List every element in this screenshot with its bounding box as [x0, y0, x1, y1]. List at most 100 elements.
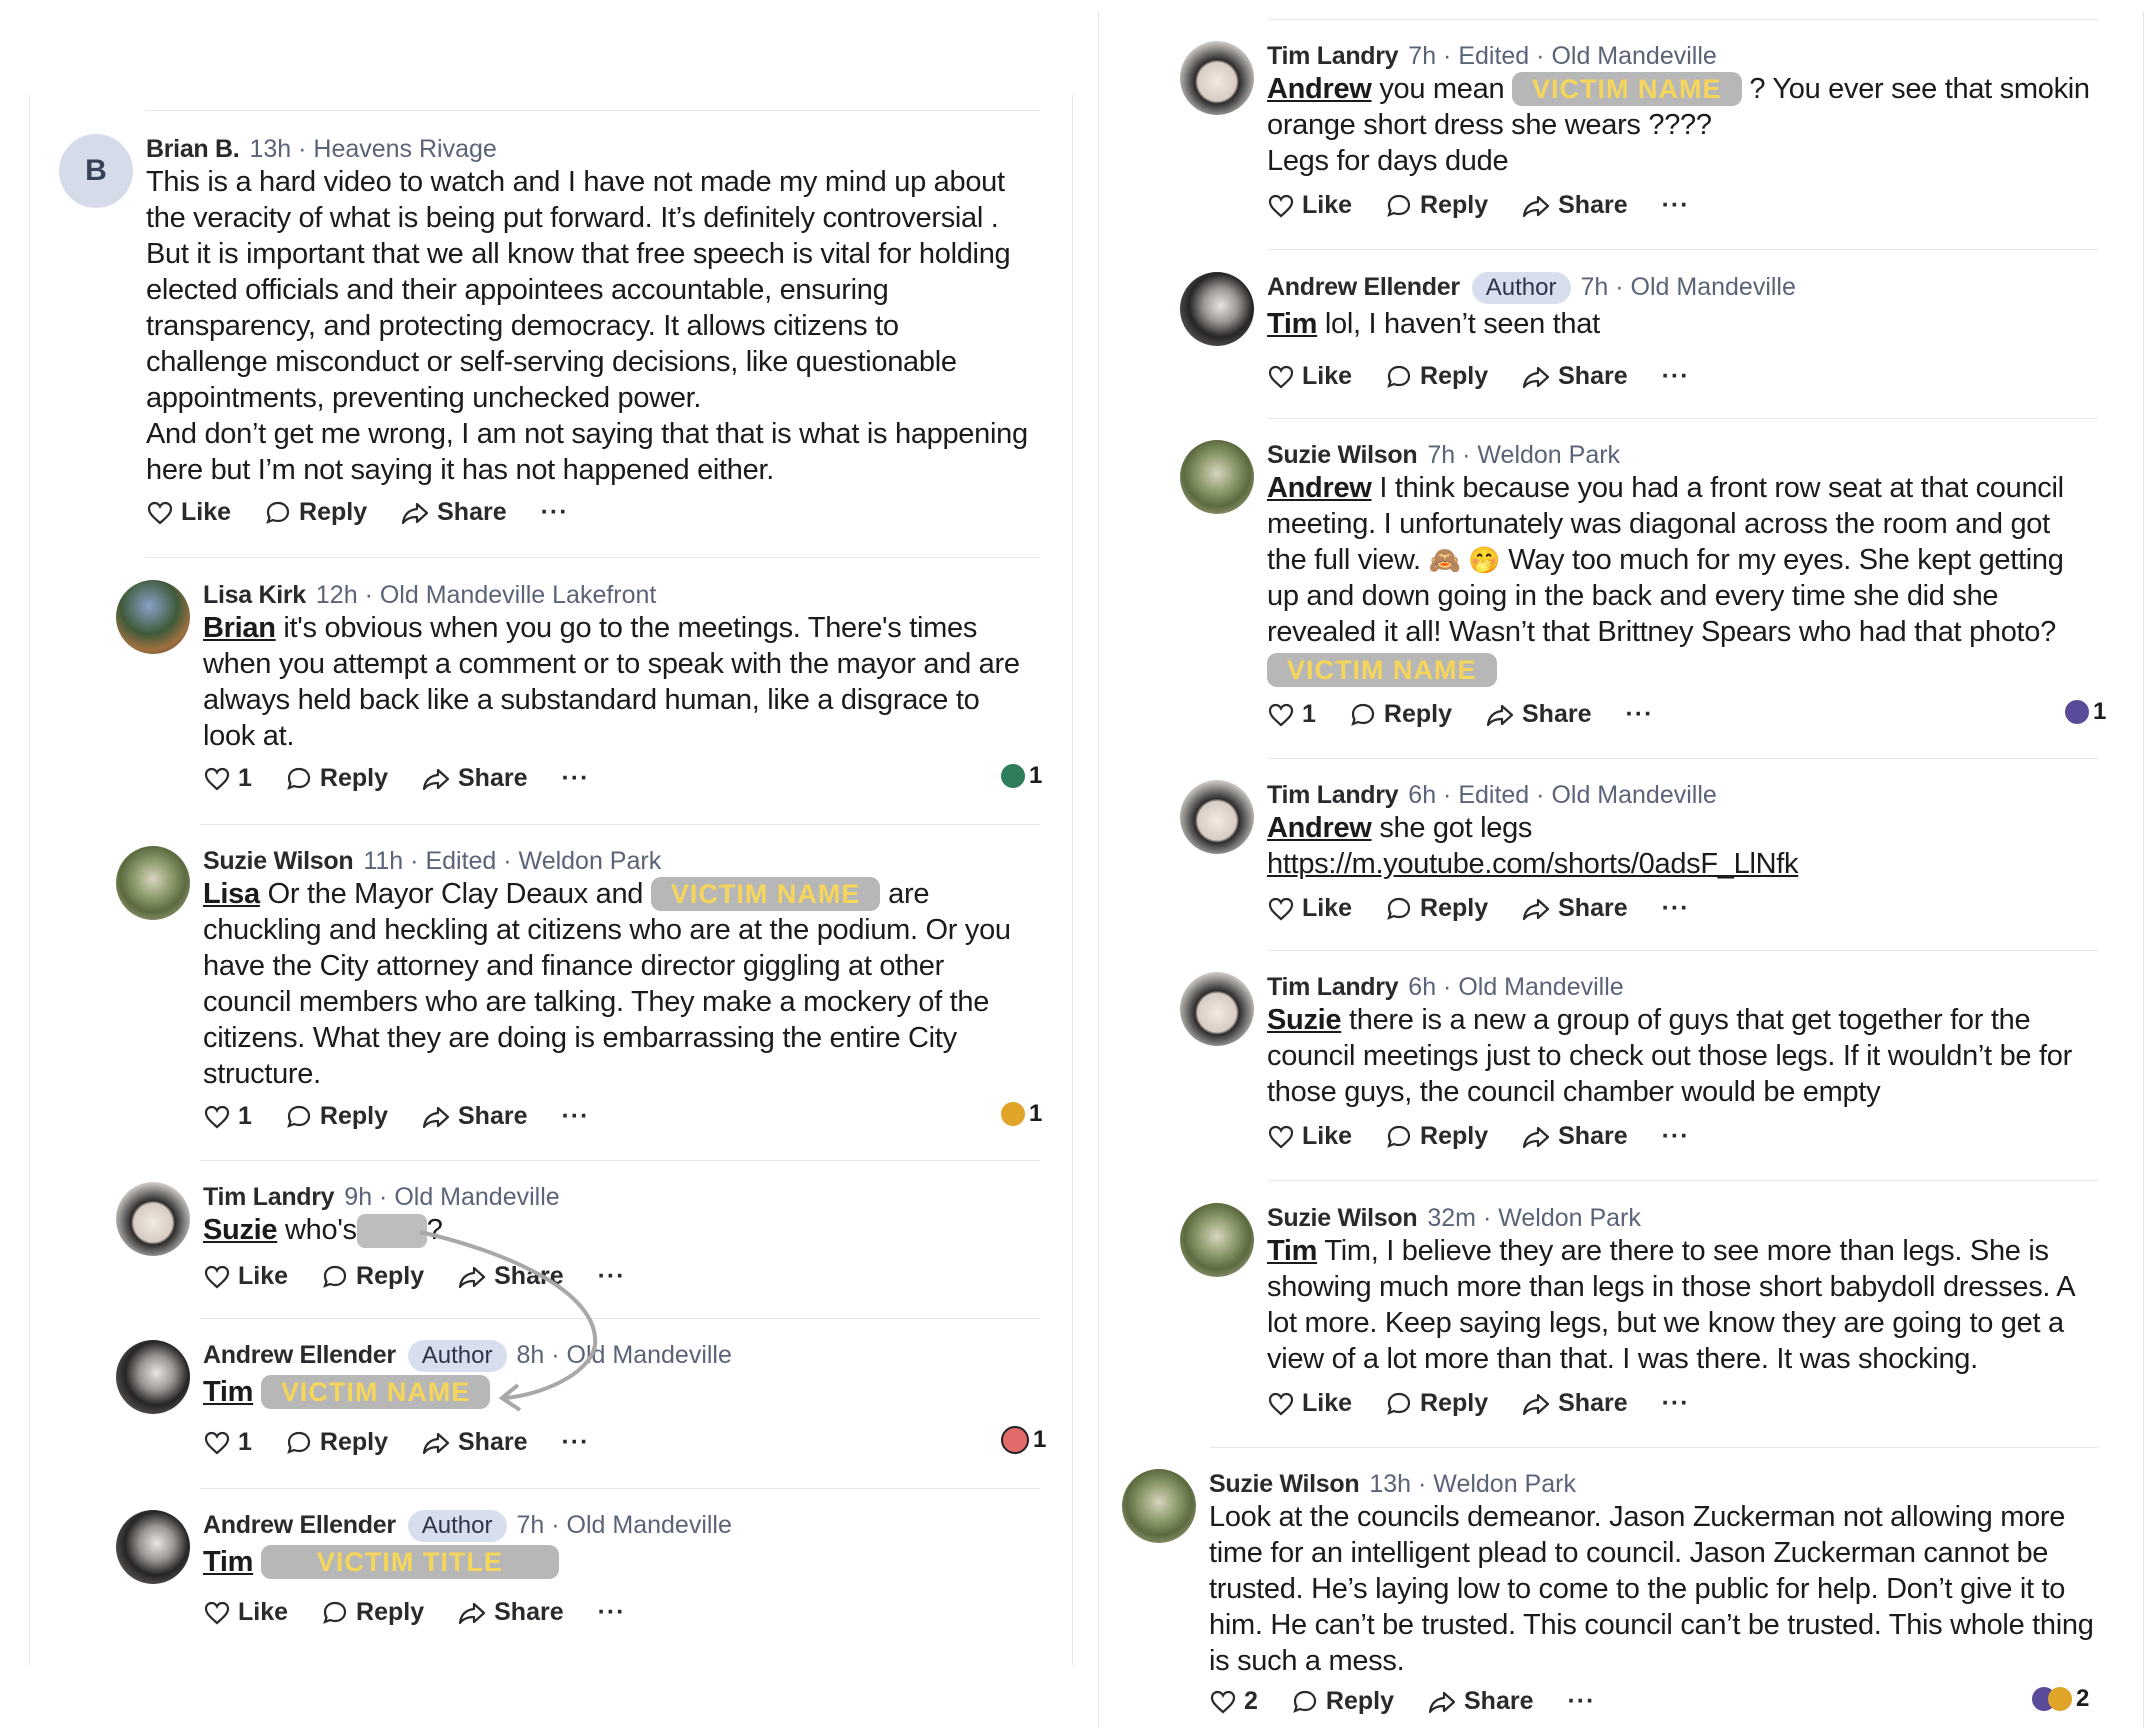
like-button[interactable]: Like — [1268, 191, 1352, 220]
avatar[interactable] — [116, 846, 190, 920]
avatar[interactable] — [116, 1510, 190, 1584]
author-name[interactable]: Tim Landry — [1267, 42, 1399, 70]
like-button[interactable]: 1 — [204, 764, 252, 793]
avatar[interactable] — [116, 1340, 190, 1414]
share-button[interactable]: Share — [422, 1102, 527, 1131]
reaction-summary[interactable]: 1 — [1001, 1100, 1042, 1128]
share-button[interactable]: Share — [422, 764, 527, 793]
share-button[interactable]: Share — [458, 1598, 564, 1627]
more-options-button[interactable]: ··· — [1662, 1122, 1690, 1151]
like-button[interactable]: Like — [1268, 894, 1352, 923]
more-options-button[interactable]: ··· — [1662, 191, 1690, 220]
reply-button[interactable]: Reply — [1386, 894, 1488, 923]
more-options-button[interactable]: ··· — [561, 764, 589, 793]
more-options-button[interactable]: ··· — [541, 498, 569, 527]
more-options-button[interactable]: ··· — [561, 1428, 589, 1457]
author-name[interactable]: Suzie Wilson — [203, 847, 354, 875]
reply-button[interactable]: Reply — [1350, 700, 1452, 729]
comment-header: Andrew Ellender Author 7h · Old Mandeville — [1267, 272, 1796, 304]
more-options-button[interactable]: ··· — [1625, 700, 1653, 729]
author-name[interactable]: Andrew Ellender — [203, 1341, 396, 1369]
like-button[interactable]: Like — [1268, 1389, 1352, 1418]
heart-reaction-icon — [1001, 1426, 1029, 1454]
share-button[interactable]: Share — [1522, 1389, 1628, 1418]
avatar[interactable] — [1180, 780, 1254, 854]
author-name[interactable]: Suzie Wilson — [1209, 1470, 1360, 1498]
avatar[interactable] — [1180, 1203, 1254, 1277]
comment-meta: 6h · Edited · Old Mandeville — [1408, 781, 1717, 809]
reaction-summary[interactable]: 1 — [1001, 1426, 1046, 1454]
mention-link[interactable]: Andrew — [1267, 73, 1372, 105]
author-name[interactable]: Tim Landry — [203, 1183, 335, 1211]
avatar[interactable] — [116, 580, 190, 654]
author-name[interactable]: Brian B. — [146, 135, 240, 163]
like-button[interactable]: Like — [204, 1598, 288, 1627]
reply-button[interactable]: Reply — [1386, 1122, 1488, 1151]
share-button[interactable]: Share — [1486, 700, 1591, 729]
more-options-button[interactable]: ··· — [598, 1262, 626, 1291]
share-button[interactable]: Share — [458, 1262, 564, 1291]
mention-link[interactable]: Suzie — [203, 1214, 278, 1246]
share-button[interactable]: Share — [1428, 1687, 1533, 1716]
share-icon — [402, 502, 429, 524]
avatar[interactable] — [116, 1182, 190, 1256]
reply-button[interactable]: Reply — [322, 1598, 424, 1627]
reply-button[interactable]: Reply — [1292, 1687, 1394, 1716]
mention-link[interactable]: Andrew — [1267, 812, 1372, 844]
mention-link[interactable]: Brian — [203, 612, 276, 644]
reaction-summary[interactable]: 1 — [1001, 762, 1042, 790]
author-name[interactable]: Andrew Ellender — [1267, 273, 1460, 301]
reply-button[interactable]: Reply — [265, 498, 367, 527]
mention-link[interactable]: Andrew — [1267, 472, 1372, 504]
share-button[interactable]: Share — [422, 1428, 527, 1457]
share-button[interactable]: Share — [1522, 1122, 1628, 1151]
like-button[interactable]: Like — [1268, 1122, 1352, 1151]
share-button[interactable]: Share — [1522, 362, 1628, 391]
mention-link[interactable]: Tim — [203, 1546, 253, 1578]
avatar[interactable] — [1180, 440, 1254, 514]
reply-button[interactable]: Reply — [322, 1262, 424, 1291]
avatar[interactable]: B — [59, 134, 133, 208]
author-name[interactable]: Andrew Ellender — [203, 1511, 396, 1539]
reply-button[interactable]: Reply — [1386, 191, 1488, 220]
author-name[interactable]: Suzie Wilson — [1267, 1204, 1418, 1232]
reply-button[interactable]: Reply — [286, 1428, 388, 1457]
reply-button[interactable]: Reply — [1386, 362, 1488, 391]
like-button[interactable]: 1 — [204, 1102, 252, 1131]
reaction-summary[interactable]: 1 — [2065, 698, 2106, 726]
like-button[interactable]: Like — [1268, 362, 1352, 391]
more-options-button[interactable]: ··· — [598, 1598, 626, 1627]
more-options-button[interactable]: ··· — [1662, 1389, 1690, 1418]
share-button[interactable]: Share — [401, 498, 507, 527]
like-button[interactable]: 2 — [1210, 1687, 1258, 1716]
more-options-button[interactable]: ··· — [1662, 362, 1690, 391]
more-options-button[interactable]: ··· — [1662, 894, 1690, 923]
author-name[interactable]: Suzie Wilson — [1267, 441, 1418, 469]
reply-button[interactable]: Reply — [286, 1102, 388, 1131]
reply-button[interactable]: Reply — [1386, 1389, 1488, 1418]
author-name[interactable]: Tim Landry — [1267, 781, 1399, 809]
author-name[interactable]: Lisa Kirk — [203, 581, 306, 609]
mention-link[interactable]: Tim — [1267, 308, 1317, 340]
like-button[interactable]: 1 — [1268, 700, 1316, 729]
reply-button[interactable]: Reply — [286, 764, 388, 793]
more-options-button[interactable]: ··· — [561, 1102, 589, 1131]
author-name[interactable]: Tim Landry — [1267, 973, 1399, 1001]
avatar[interactable] — [1122, 1469, 1196, 1543]
mention-link[interactable]: Lisa — [203, 878, 260, 910]
share-button[interactable]: Share — [1522, 191, 1628, 220]
reaction-summary[interactable]: 2 — [2032, 1685, 2089, 1713]
youtube-link[interactable]: https://m.youtube.com/shorts/0adsF_LlNfk — [1267, 848, 1798, 880]
mention-link[interactable]: Tim — [1267, 1235, 1317, 1267]
like-button[interactable]: Like — [204, 1262, 288, 1291]
avatar[interactable] — [1180, 41, 1254, 115]
comment-meta: 13h · Weldon Park — [1369, 1470, 1576, 1498]
mention-link[interactable]: Suzie — [1267, 1004, 1342, 1036]
like-button[interactable]: Like — [147, 498, 231, 527]
avatar[interactable] — [1180, 972, 1254, 1046]
like-button[interactable]: 1 — [204, 1428, 252, 1457]
avatar[interactable] — [1180, 272, 1254, 346]
share-button[interactable]: Share — [1522, 894, 1628, 923]
more-options-button[interactable]: ··· — [1567, 1687, 1595, 1716]
mention-link[interactable]: Tim — [203, 1376, 253, 1408]
